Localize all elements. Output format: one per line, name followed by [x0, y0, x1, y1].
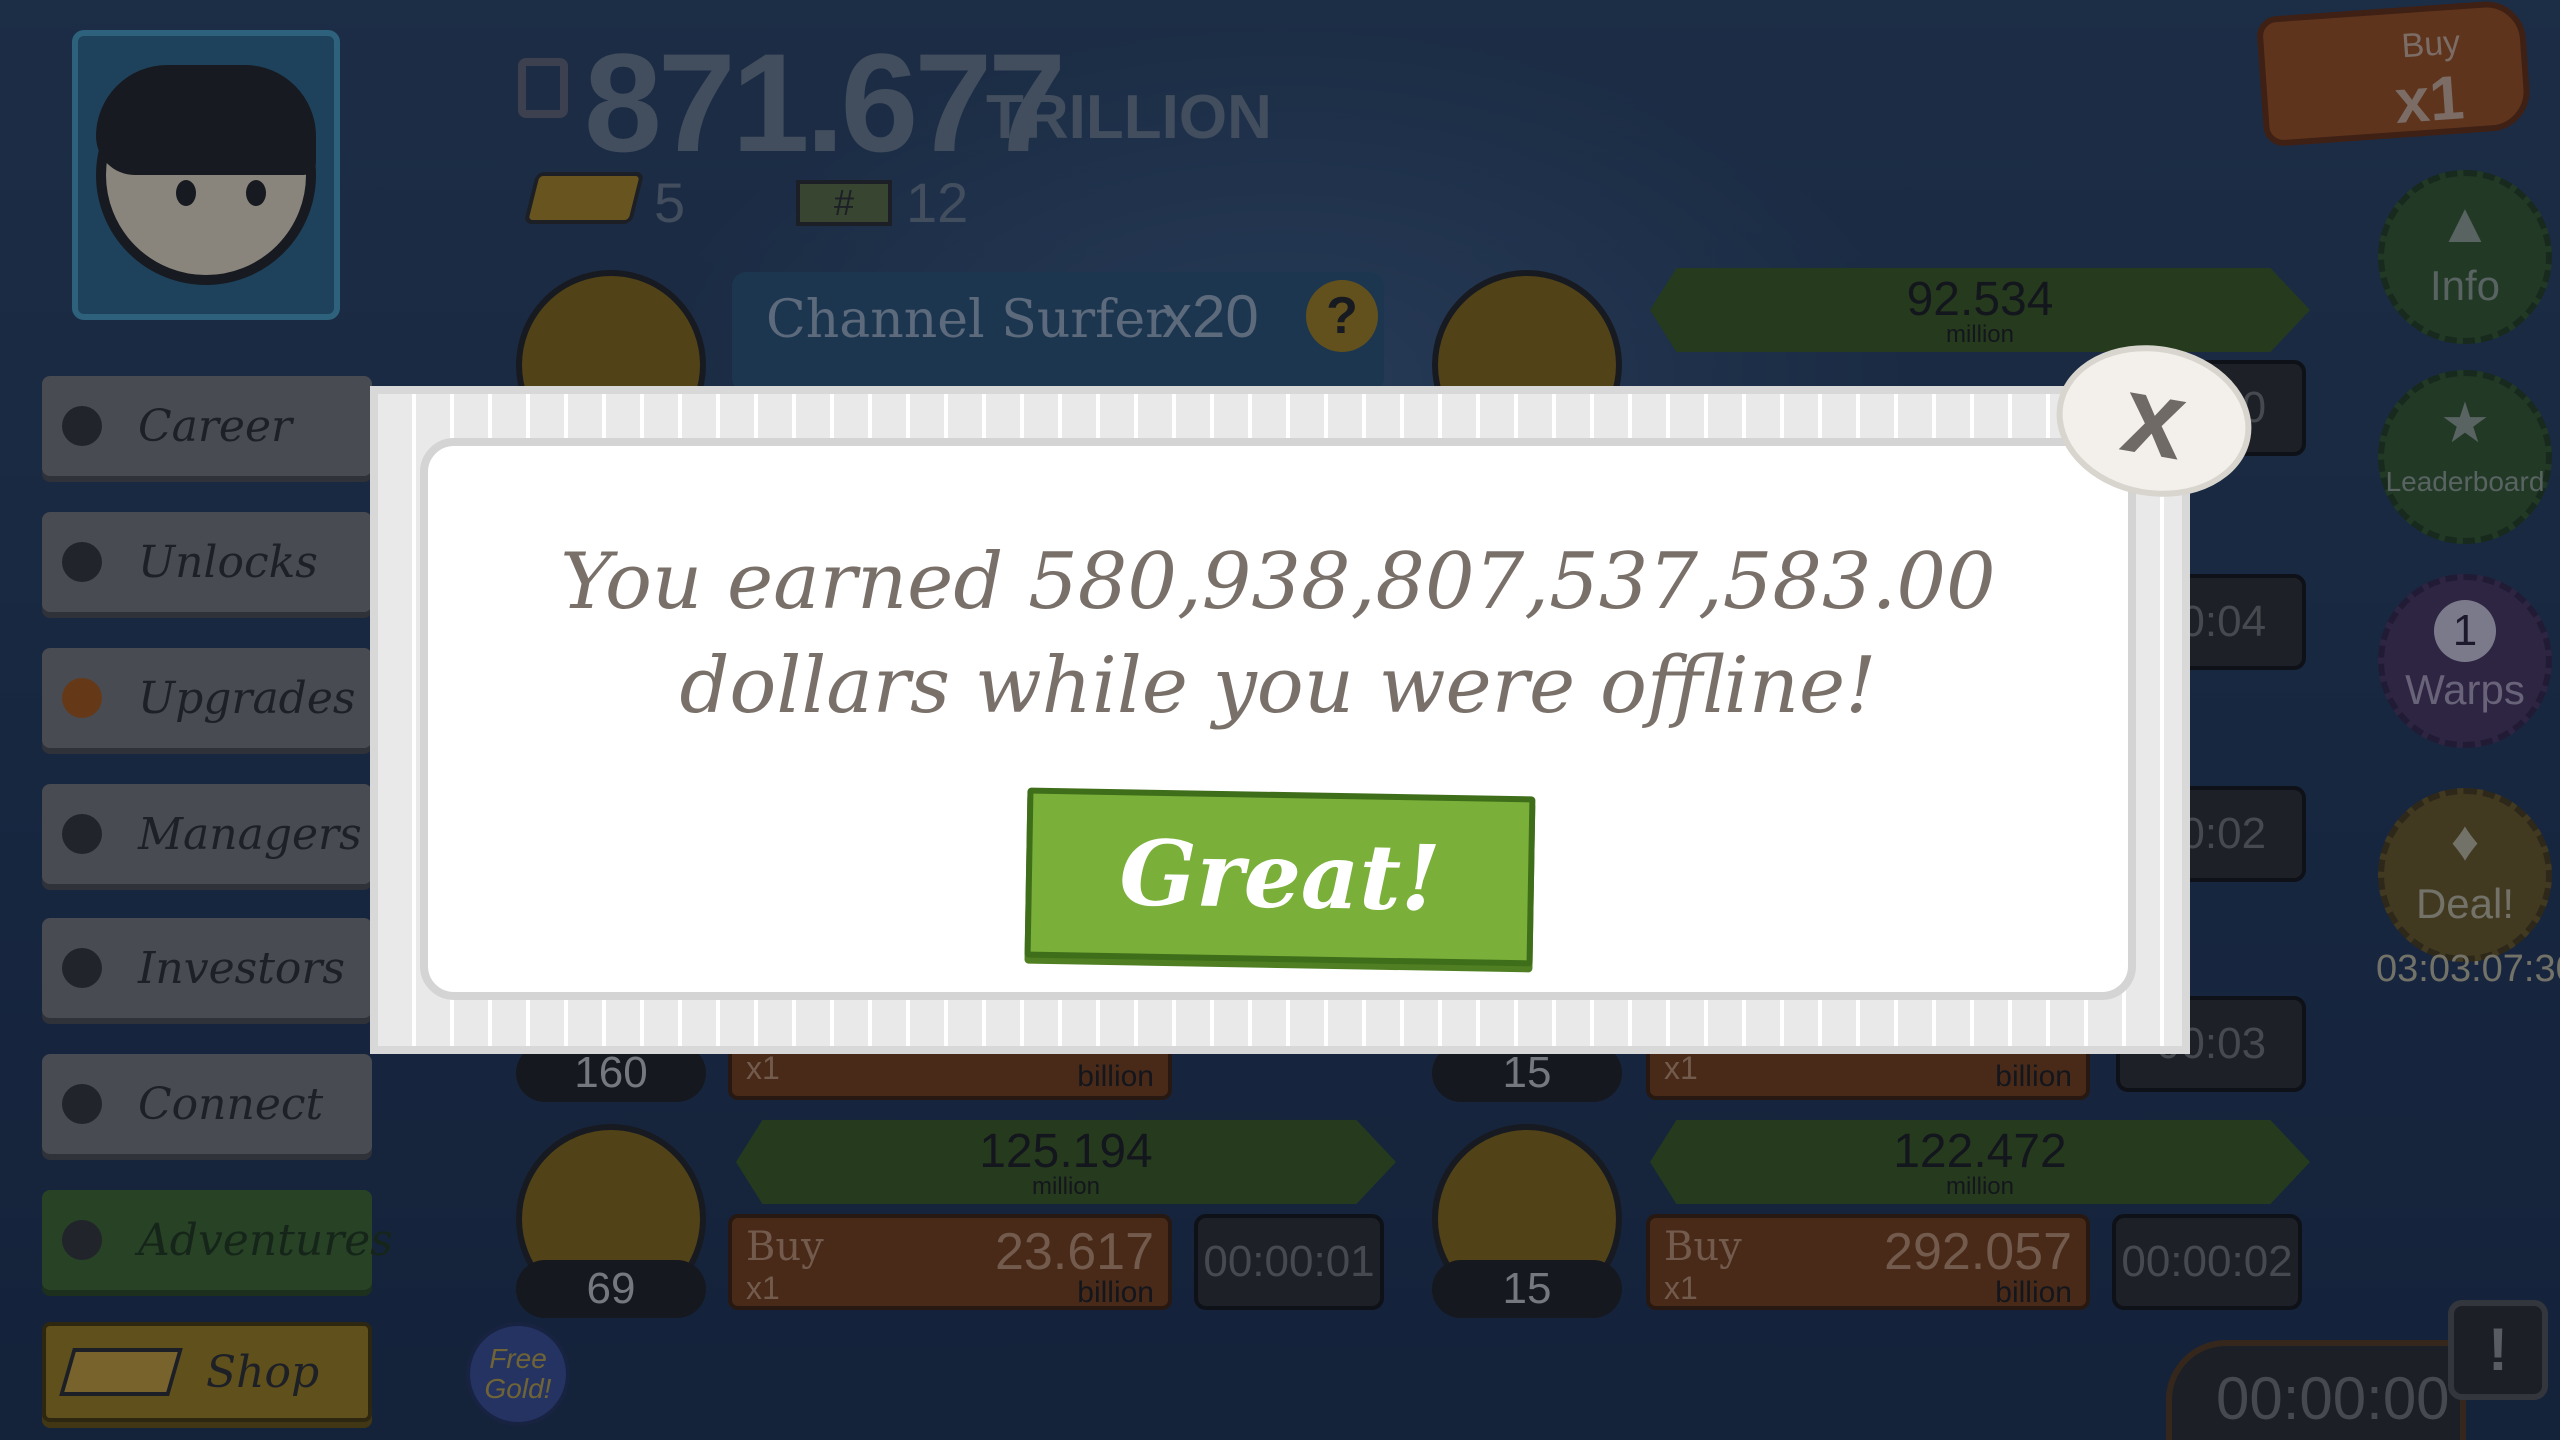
- offline-earnings-message: You earned 580,938,807,537,583.00 dollar…: [420, 530, 2136, 738]
- message-line-2: dollars while you were offline!: [679, 641, 1877, 731]
- message-line-1: You earned 580,938,807,537,583.00: [560, 537, 1996, 627]
- great-button[interactable]: Great!: [1024, 787, 1536, 967]
